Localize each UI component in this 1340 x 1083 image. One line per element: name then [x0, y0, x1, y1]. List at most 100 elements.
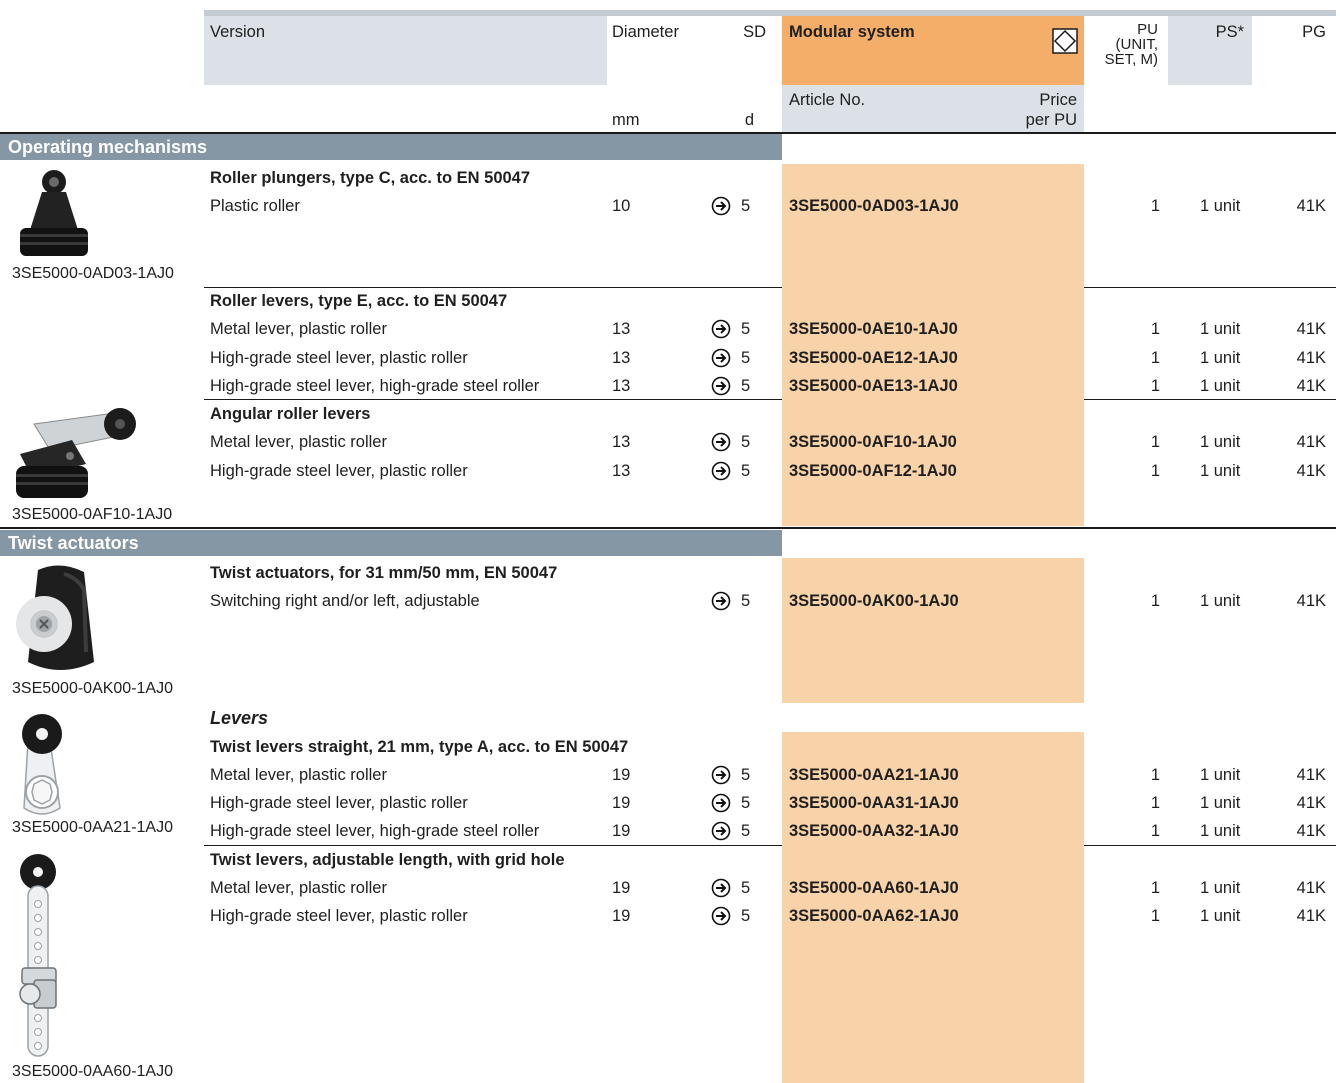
row-diameter: 13: [612, 377, 631, 395]
row-pu: 1: [1150, 197, 1160, 215]
row-ps: 1 unit: [1200, 433, 1241, 451]
row-ps: 1 unit: [1200, 907, 1241, 925]
group-title-twist-actuators: Twist actuators, for 31 mm/50 mm, EN 500…: [210, 564, 558, 582]
circle-arrow-right-icon: [711, 348, 731, 368]
header-modular-system: Modular system: [789, 23, 915, 41]
row-article[interactable]: 3SE5000-0AA32-1AJ0: [789, 821, 959, 841]
group-divider-right: [1084, 287, 1336, 288]
row-pg: 41K: [1296, 462, 1326, 480]
row-sd: 5: [741, 349, 751, 367]
row-diameter: 13: [612, 462, 631, 480]
row-description: High-grade steel lever, plastic roller: [210, 794, 468, 812]
group-divider-right: [1084, 845, 1336, 846]
circle-arrow-right-icon: [711, 432, 731, 452]
twist-actuator-image: [16, 565, 94, 670]
row-article[interactable]: 3SE5000-0AK00-1AJ0: [789, 591, 959, 611]
row-ps: 1 unit: [1200, 197, 1241, 215]
circle-arrow-right-icon: [711, 461, 731, 481]
row-description: Switching right and/or left, adjustable: [210, 592, 480, 610]
row-sd: 5: [741, 907, 751, 925]
header-version: Version: [210, 23, 266, 41]
row-description: Metal lever, plastic roller: [210, 320, 387, 338]
row-diameter: 19: [612, 822, 631, 840]
row-pg: 41K: [1296, 879, 1326, 897]
row-diameter: 13: [612, 433, 631, 451]
row-article[interactable]: 3SE5000-0AA31-1AJ0: [789, 793, 959, 813]
diamond-in-square-icon: [1052, 28, 1078, 54]
header-diameter-unit: mm: [612, 111, 640, 129]
row-pg: 41K: [1296, 794, 1326, 812]
row-article[interactable]: 3SE5000-0AD03-1AJ0: [789, 196, 959, 216]
row-article[interactable]: 3SE5000-0AF10-1AJ0: [789, 432, 957, 452]
row-pu: 1: [1150, 349, 1160, 367]
row-description: High-grade steel lever, plastic roller: [210, 349, 468, 367]
row-pu: 1: [1150, 766, 1160, 784]
row-diameter: 19: [612, 879, 631, 897]
row-sd: 5: [741, 197, 751, 215]
row-article[interactable]: 3SE5000-0AE12-1AJ0: [789, 348, 958, 368]
row-pu: 1: [1150, 907, 1160, 925]
row-article[interactable]: 3SE5000-0AE10-1AJ0: [789, 319, 958, 339]
row-pg: 41K: [1296, 197, 1326, 215]
row-description: High-grade steel lever, high-grade steel…: [210, 822, 540, 840]
header-pu-1: PU: [1137, 21, 1158, 38]
row-description: High-grade steel lever, high-grade steel…: [210, 377, 540, 395]
row-description: Plastic roller: [210, 197, 300, 215]
row-ps: 1 unit: [1200, 377, 1241, 395]
header-sd: SD: [743, 23, 766, 41]
circle-arrow-right-icon: [711, 319, 731, 339]
group-title-angular-roller-levers: Angular roller levers: [210, 405, 371, 423]
group-divider: [204, 845, 782, 846]
row-pg: 41K: [1296, 592, 1326, 610]
roller-plunger-image: [20, 170, 88, 256]
row-article[interactable]: 3SE5000-0AA62-1AJ0: [789, 906, 959, 926]
section-twist-actuators: Twist actuators: [0, 530, 782, 556]
row-ps: 1 unit: [1200, 462, 1241, 480]
circle-arrow-right-icon: [711, 591, 731, 611]
row-description: High-grade steel lever, plastic roller: [210, 907, 468, 925]
section-operating-mechanisms: Operating mechanisms: [0, 134, 782, 160]
row-description: Metal lever, plastic roller: [210, 879, 387, 897]
group-divider-right: [1084, 399, 1336, 400]
row-pg: 41K: [1296, 320, 1326, 338]
row-sd: 5: [741, 794, 751, 812]
circle-arrow-right-icon: [711, 793, 731, 813]
row-diameter: 13: [612, 349, 631, 367]
row-sd: 5: [741, 879, 751, 897]
row-pu: 1: [1150, 822, 1160, 840]
group-divider: [204, 287, 782, 288]
row-diameter: 13: [612, 320, 631, 338]
header-ps: PS*: [1215, 23, 1244, 41]
row-article[interactable]: 3SE5000-0AA60-1AJ0: [789, 878, 959, 898]
row-ps: 1 unit: [1200, 879, 1241, 897]
row-pg: 41K: [1296, 433, 1326, 451]
row-article[interactable]: 3SE5000-0AF12-1AJ0: [789, 461, 957, 481]
circle-arrow-right-icon: [711, 878, 731, 898]
row-ps: 1 unit: [1200, 794, 1241, 812]
modular-block-3: [782, 558, 1084, 703]
caption-roller-plunger: 3SE5000-0AD03-1AJ0: [12, 265, 174, 282]
row-description: High-grade steel lever, plastic roller: [210, 462, 468, 480]
row-sd: 5: [741, 320, 751, 338]
row-article[interactable]: 3SE5000-0AA21-1AJ0: [789, 765, 959, 785]
row-pg: 41K: [1296, 349, 1326, 367]
circle-arrow-right-icon: [711, 821, 731, 841]
group-title-roller-levers: Roller levers, type E, acc. to EN 50047: [210, 292, 508, 310]
row-article[interactable]: 3SE5000-0AE13-1AJ0: [789, 376, 958, 396]
levers-heading: Levers: [210, 708, 269, 728]
row-pg: 41K: [1296, 377, 1326, 395]
row-diameter: 19: [612, 766, 631, 784]
row-pu: 1: [1150, 794, 1160, 812]
row-pg: 41K: [1296, 766, 1326, 784]
row-diameter: 19: [612, 907, 631, 925]
row-ps: 1 unit: [1200, 766, 1241, 784]
row-pu: 1: [1150, 879, 1160, 897]
caption-roller-lever: 3SE5000-0AF10-1AJ0: [12, 506, 173, 523]
row-description: Metal lever, plastic roller: [210, 766, 387, 784]
row-pg: 41K: [1296, 822, 1326, 840]
row-sd: 5: [741, 377, 751, 395]
row-pg: 41K: [1296, 907, 1326, 925]
header-pu-3: SET, M): [1104, 51, 1158, 68]
header-diameter: Diameter: [612, 23, 679, 41]
straight-twist-lever-image: [22, 714, 62, 815]
